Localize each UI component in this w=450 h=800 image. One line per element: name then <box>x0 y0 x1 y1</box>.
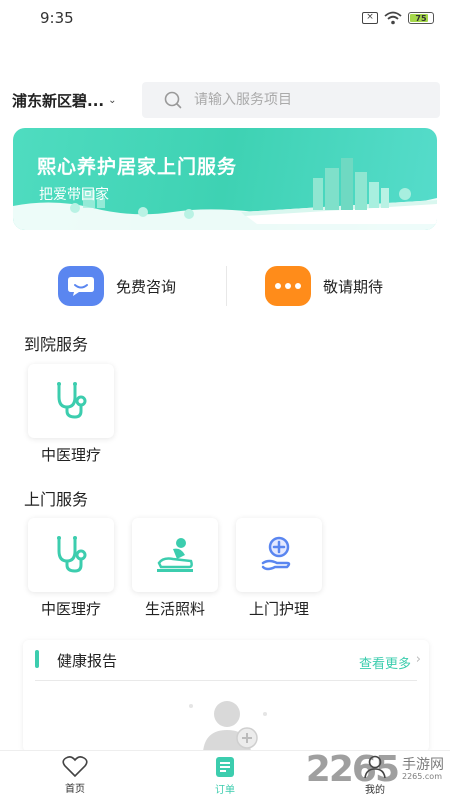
status-bar: 9:35 × 75 <box>0 0 450 36</box>
banner-title: 熙心养护居家上门服务 <box>37 156 238 178</box>
status-icons: × 75 <box>362 11 434 25</box>
location-label: 浦东新区碧... <box>12 91 105 110</box>
city-skyline-illustration <box>13 158 437 230</box>
battery-level: 75 <box>415 13 427 23</box>
free-consult-label: 免费咨询 <box>116 277 177 296</box>
life-care-card[interactable] <box>132 518 218 592</box>
health-report-title: 健康报告 <box>57 652 118 670</box>
massage-icon <box>157 538 193 572</box>
nav-home[interactable]: 首页 <box>0 751 150 800</box>
hospital-tcm-label: 中医理疗 <box>40 446 101 464</box>
life-care-label: 生活照料 <box>144 600 205 618</box>
watermark-text: 手游网 <box>402 757 444 773</box>
free-consult-button[interactable]: 免费咨询 <box>0 266 225 306</box>
location-selector[interactable]: 浦东新区碧... ⌄ <box>12 90 138 111</box>
home-services-title: 上门服务 <box>24 490 89 509</box>
chevron-right-icon: › <box>415 652 421 667</box>
care-hand-icon <box>261 536 291 571</box>
home-tcm-label: 中医理疗 <box>40 600 101 618</box>
more-dots-icon <box>265 266 311 306</box>
nav-home-label: 首页 <box>65 784 85 795</box>
status-time: 9:35 <box>40 9 74 27</box>
watermark: 2265 手游网 2265.com <box>306 749 444 790</box>
search-box[interactable] <box>142 82 440 118</box>
home-nursing-label: 上门护理 <box>248 600 309 618</box>
wifi-icon <box>384 11 402 25</box>
divider <box>226 266 227 306</box>
view-more-link[interactable]: 查看更多 <box>359 653 411 672</box>
banner-subtitle: 把爱带回家 <box>39 187 109 203</box>
search-icon <box>164 91 182 109</box>
home-tcm-card[interactable] <box>28 518 114 592</box>
heart-icon <box>62 756 88 778</box>
nav-orders-label: 订单 <box>215 785 235 796</box>
coming-soon-button[interactable]: 敬请期待 <box>225 266 450 306</box>
nav-orders[interactable]: 订单 <box>150 751 300 800</box>
sim-off-icon: × <box>362 12 378 24</box>
hospital-services-title: 到院服务 <box>24 335 89 354</box>
search-input[interactable] <box>194 92 414 108</box>
search-row: 浦东新区碧... ⌄ <box>0 82 450 118</box>
home-nursing-card[interactable] <box>236 518 322 592</box>
quick-actions: 免费咨询 敬请期待 <box>0 266 450 306</box>
divider <box>35 680 417 681</box>
watermark-number: 2265 <box>305 749 400 790</box>
stethoscope-icon <box>57 382 87 419</box>
stethoscope-icon <box>57 536 87 573</box>
watermark-domain: 2265.com <box>402 772 442 781</box>
section-accent-bar <box>35 650 39 668</box>
empty-user-icon <box>189 701 267 752</box>
chevron-down-icon: ⌄ <box>108 94 117 106</box>
coming-soon-label: 敬请期待 <box>323 277 384 296</box>
chat-bubble-icon <box>58 266 104 306</box>
promo-banner[interactable]: 熙心养护居家上门服务 把爱带回家 <box>13 128 437 230</box>
battery-icon: 75 <box>408 12 434 24</box>
hospital-tcm-card[interactable] <box>28 364 114 438</box>
order-icon <box>216 757 234 777</box>
health-report-card: 健康报告 查看更多 › <box>23 640 429 752</box>
